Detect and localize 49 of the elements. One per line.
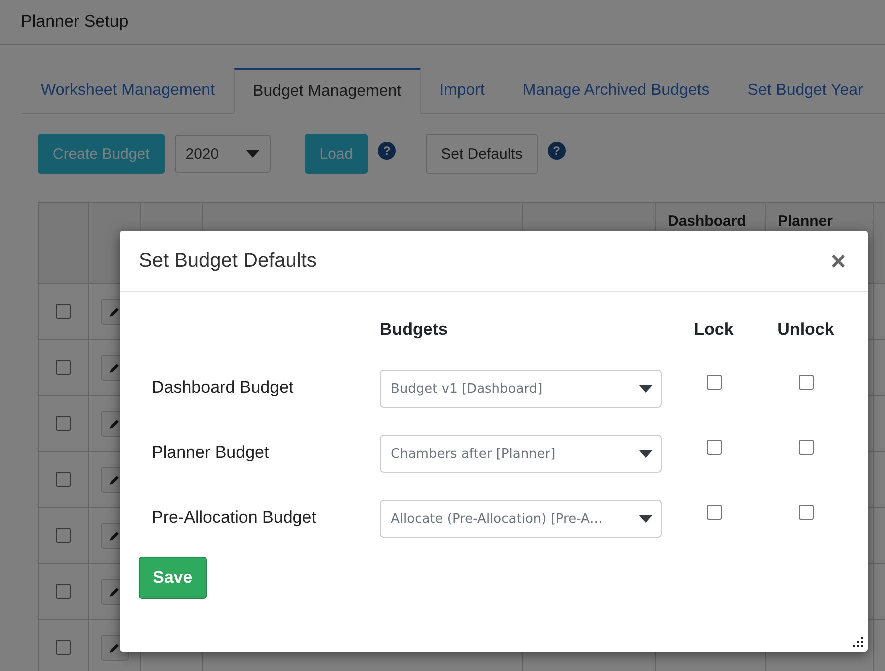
help-icon[interactable]: ? [548,142,566,160]
caret-icon [639,450,653,458]
caret-icon [246,150,260,158]
lock-checkbox[interactable] [706,375,722,390]
row-checkbox[interactable] [56,528,71,543]
column-header: Unlock [778,320,834,340]
budget-select[interactable]: Allocate (Pre-Allocation) [Pre-A… [380,500,662,538]
budget-select[interactable]: Budget v1 [Dashboard] [380,370,662,408]
resize-grip-icon[interactable] [852,636,864,648]
tab[interactable]: Set Budget Year [728,68,882,113]
row-checkbox[interactable] [56,584,71,599]
tab[interactable]: Import [420,68,504,113]
column-header: Lock [694,320,734,340]
row-checkbox[interactable] [56,640,71,655]
pencil-icon [108,642,120,654]
row-checkbox[interactable] [56,416,71,431]
row-checkbox[interactable] [56,360,71,375]
save-button[interactable]: Save [139,557,207,599]
column-header: Dashboard [668,213,746,232]
tab[interactable]: Worksheet Management [22,68,234,113]
page-title: Planner Setup [21,12,129,32]
help-icon[interactable]: ? [378,142,396,160]
field-label: Planner Budget [152,443,270,462]
field-label: Pre-Allocation Budget [152,508,316,527]
row-checkbox[interactable] [56,472,71,487]
pencil-icon [108,586,120,598]
pencil-icon [108,418,120,430]
pencil-icon [108,474,120,486]
lock-checkbox[interactable] [706,505,722,520]
dialog-title: Set Budget Defaults [139,250,317,272]
pencil-icon [108,362,120,374]
unlock-checkbox[interactable] [798,440,814,455]
row-checkbox[interactable] [56,304,71,319]
caret-icon [639,385,653,393]
set-defaults-button[interactable]: Set Defaults [426,134,538,174]
pencil-icon [108,530,120,542]
unlock-checkbox[interactable] [798,505,814,520]
caret-icon [639,515,653,523]
lock-checkbox[interactable] [706,440,722,455]
unlock-checkbox[interactable] [798,375,814,390]
field-label: Dashboard Budget [152,378,294,397]
year-select[interactable]: 2020 [174,135,271,173]
tab[interactable]: Budget Management [234,68,421,114]
tab[interactable]: Manage Archived Budgets [504,68,729,113]
budget-select[interactable]: Chambers after [Planner] [380,435,662,473]
column-header: Budgets [380,320,448,339]
pencil-icon [108,306,120,318]
column-header: Planner [778,213,834,232]
close-button[interactable]: × [826,248,850,274]
